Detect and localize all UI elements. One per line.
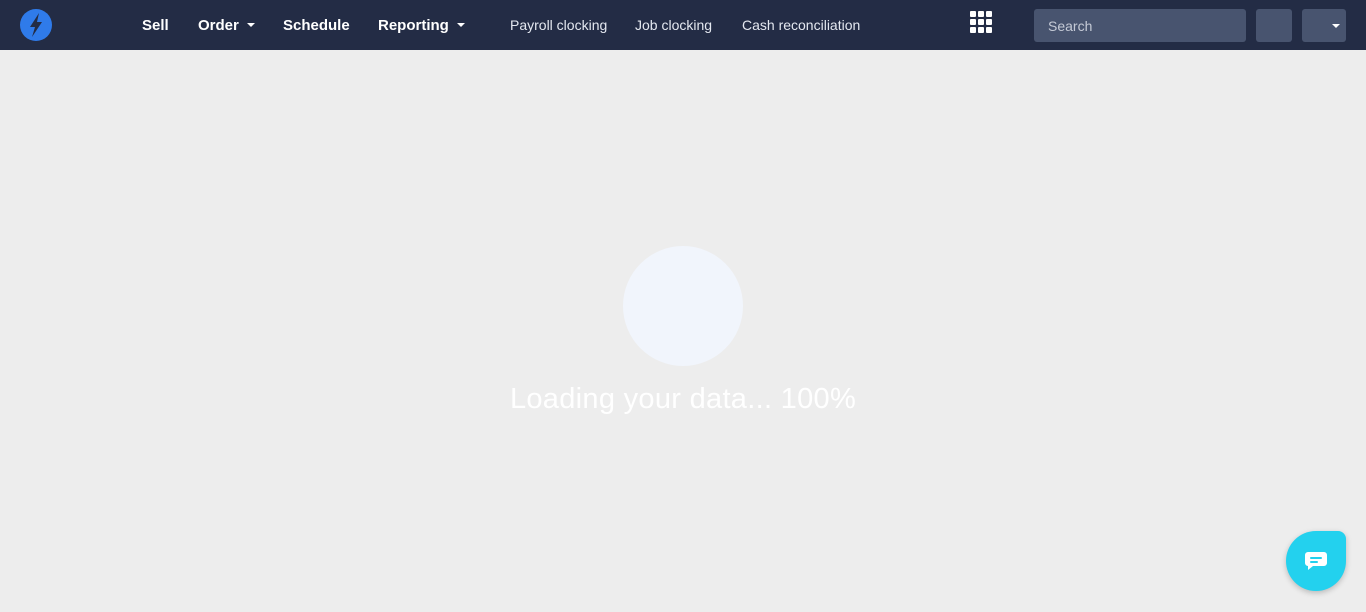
- nav-payroll-clocking-label: Payroll clocking: [510, 17, 608, 33]
- loading-spinner: [623, 246, 743, 366]
- nav-reporting-label: Reporting: [378, 16, 449, 34]
- search-input[interactable]: [1034, 9, 1246, 42]
- nav-reporting[interactable]: Reporting: [378, 0, 465, 50]
- nav-cash-reconciliation[interactable]: Cash reconciliation: [742, 0, 860, 50]
- nav-cash-reconciliation-label: Cash reconciliation: [742, 17, 861, 33]
- account-dropdown-button[interactable]: [1302, 9, 1346, 42]
- chat-button[interactable]: [1286, 531, 1346, 591]
- app-logo[interactable]: [20, 9, 52, 41]
- lightning-bolt-icon: [30, 13, 42, 37]
- nav-payroll-clocking[interactable]: Payroll clocking: [510, 0, 607, 50]
- chevron-down-icon: [1332, 24, 1340, 28]
- nav-schedule[interactable]: Schedule: [283, 0, 350, 50]
- loading-status-text: Loading your data... 100%: [509, 383, 857, 415]
- user-button[interactable]: [1256, 9, 1292, 42]
- nav-sell[interactable]: Sell: [142, 0, 169, 50]
- chat-bubble-icon: [1305, 552, 1327, 570]
- nav-job-clocking[interactable]: Job clocking: [635, 0, 712, 50]
- nav-sell-label: Sell: [142, 16, 169, 34]
- nav-order-label: Order: [198, 16, 239, 34]
- chevron-down-icon: [246, 23, 255, 27]
- app-grid-icon[interactable]: [970, 11, 992, 33]
- top-navigation-bar: Sell Order Schedule Reporting Payroll cl…: [0, 0, 1366, 50]
- nav-job-clocking-label: Job clocking: [635, 17, 713, 33]
- chevron-down-icon: [456, 23, 465, 27]
- nav-schedule-label: Schedule: [283, 16, 350, 34]
- nav-order[interactable]: Order: [198, 0, 255, 50]
